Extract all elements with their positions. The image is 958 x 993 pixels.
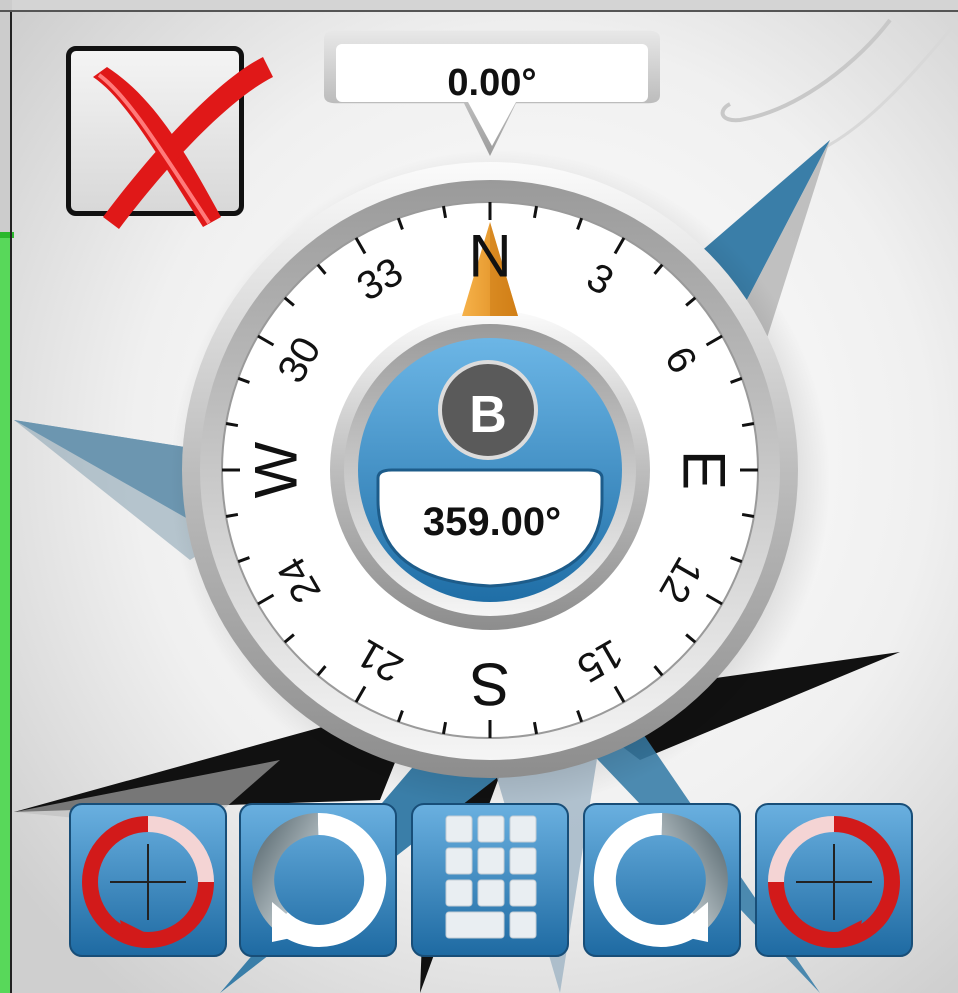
- rotate-right-button[interactable]: [582, 802, 742, 958]
- cardinal-label: N: [468, 223, 511, 290]
- dial-numeral: 21: [350, 630, 411, 690]
- rotate-right-icon: [583, 803, 741, 957]
- dial-numeral: 30: [269, 330, 329, 391]
- rotate-left-button[interactable]: [238, 802, 398, 958]
- bearing-label: B: [469, 386, 507, 444]
- dial-numeral: 6: [656, 339, 705, 380]
- rotate-right-fine-icon: [755, 803, 913, 957]
- dial-numeral: 3: [579, 255, 620, 304]
- close-icon: [93, 57, 273, 229]
- rotate-left-icon: [239, 803, 397, 957]
- bearing-readout: 359.00°: [422, 500, 562, 544]
- dial-numeral: 12: [650, 550, 710, 611]
- cardinal-label: S: [470, 651, 510, 718]
- rotate-left-fine-icon: [69, 803, 227, 957]
- cardinal-label: W: [243, 441, 310, 498]
- dial-numeral: 33: [350, 249, 411, 309]
- keypad-icon: [411, 803, 569, 957]
- dial-numeral: 15: [570, 630, 631, 690]
- compass-panel: N E S W 3 6 12 15 21 24 30 33 0.00° B 359.00°: [0, 0, 958, 993]
- keypad-button[interactable]: [410, 802, 570, 958]
- cardinal-label: E: [671, 450, 738, 490]
- rotate-right-fine-button[interactable]: [754, 802, 914, 958]
- dial-numeral: 24: [269, 550, 329, 611]
- rotate-left-fine-button[interactable]: [68, 802, 228, 958]
- close-button[interactable]: [66, 46, 273, 229]
- heading-readout: 0.00°: [447, 62, 537, 104]
